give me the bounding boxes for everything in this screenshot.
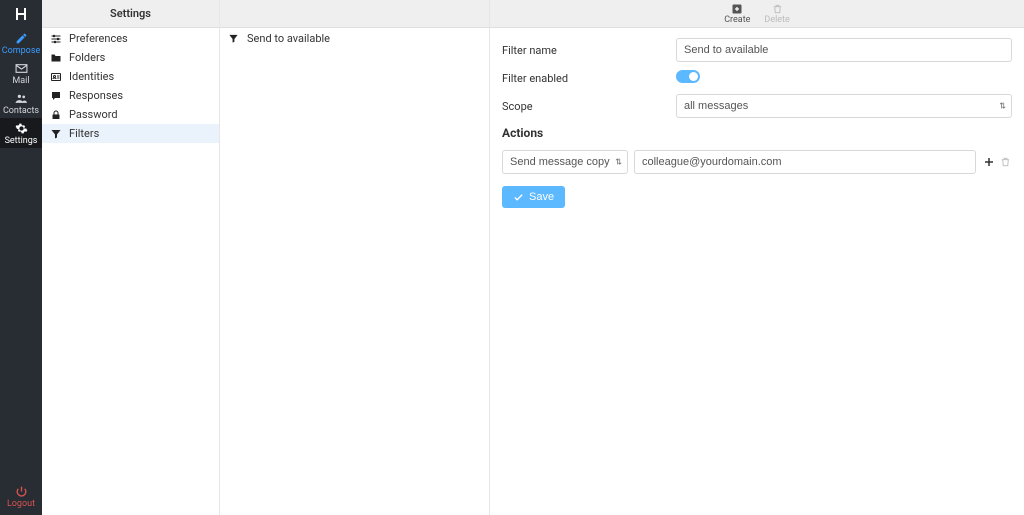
filter-name-label: Filter name	[502, 44, 676, 57]
editor-toolbar: Create Delete	[490, 0, 1024, 28]
delete-button-label: Delete	[764, 16, 789, 25]
scope-label: Scope	[502, 100, 676, 113]
settings-sections-panel: Settings Preferences Folders Identities …	[42, 0, 220, 515]
filter-enabled-toggle[interactable]	[676, 70, 700, 83]
taskbar-compose-label: Compose	[2, 46, 41, 56]
settings-item-label: Preferences	[69, 32, 128, 45]
save-button-label: Save	[529, 191, 554, 203]
filter-editor-panel: Create Delete Filter name Filter enabled	[490, 0, 1024, 515]
sliders-icon	[50, 33, 62, 45]
taskbar-settings[interactable]: Settings	[0, 118, 42, 148]
contacts-icon	[14, 92, 28, 105]
power-icon	[15, 485, 28, 498]
app-logo	[0, 0, 42, 28]
taskbar-logout-label: Logout	[7, 499, 35, 509]
filter-icon	[228, 33, 240, 44]
check-icon	[513, 192, 524, 203]
toggle-slider	[676, 70, 700, 83]
taskbar-mail-label: Mail	[12, 76, 29, 86]
create-button-label: Create	[724, 16, 750, 25]
filter-form: Filter name Filter enabled Scope all mes…	[490, 28, 1024, 515]
add-action-button[interactable]	[982, 155, 996, 169]
settings-header: Settings	[42, 0, 219, 28]
taskbar-contacts[interactable]: Contacts	[0, 88, 42, 118]
settings-item-label: Password	[69, 108, 118, 121]
settings-list: Preferences Folders Identities Responses	[42, 28, 219, 143]
settings-item-password[interactable]: Password	[42, 105, 219, 124]
app-taskbar: Compose Mail Contacts Settings Logout	[0, 0, 42, 515]
settings-item-preferences[interactable]: Preferences	[42, 29, 219, 48]
filters-panel-header	[220, 0, 489, 28]
mail-icon	[15, 62, 28, 75]
filter-icon	[50, 128, 62, 140]
action-target-input[interactable]	[634, 150, 976, 174]
taskbar-compose[interactable]: Compose	[0, 28, 42, 58]
create-button[interactable]: Create	[720, 2, 754, 26]
filter-item-label: Send to available	[247, 32, 330, 45]
gear-icon	[15, 122, 28, 135]
settings-item-identities[interactable]: Identities	[42, 67, 219, 86]
settings-item-label: Filters	[69, 127, 99, 140]
settings-item-filters[interactable]: Filters	[42, 124, 219, 143]
action-type-select[interactable]: Send message copy to	[502, 150, 628, 174]
actions-heading: Actions	[502, 126, 1012, 140]
save-button[interactable]: Save	[502, 186, 565, 208]
taskbar-logout[interactable]: Logout	[0, 481, 42, 511]
lock-icon	[50, 109, 62, 121]
filter-list-item[interactable]: Send to available	[220, 28, 489, 48]
compose-icon	[15, 32, 28, 45]
settings-item-label: Responses	[69, 89, 123, 102]
settings-item-label: Identities	[69, 70, 114, 83]
taskbar-mail[interactable]: Mail	[0, 58, 42, 88]
settings-item-responses[interactable]: Responses	[42, 86, 219, 105]
remove-action-button[interactable]	[998, 155, 1012, 169]
settings-item-label: Folders	[69, 51, 105, 64]
filter-name-input[interactable]	[676, 38, 1012, 62]
chat-icon	[50, 90, 62, 102]
trash-icon	[772, 3, 783, 15]
filters-panel: Send to available	[220, 0, 490, 515]
id-card-icon	[50, 71, 62, 83]
folder-icon	[50, 52, 62, 64]
delete-button[interactable]: Delete	[760, 2, 793, 26]
action-row: Send message copy to	[502, 150, 1012, 174]
taskbar-settings-label: Settings	[5, 136, 38, 146]
taskbar-contacts-label: Contacts	[3, 106, 39, 116]
scope-select[interactable]: all messages	[676, 94, 1012, 118]
settings-item-folders[interactable]: Folders	[42, 48, 219, 67]
plus-square-icon	[731, 3, 743, 15]
filter-enabled-label: Filter enabled	[502, 72, 676, 85]
